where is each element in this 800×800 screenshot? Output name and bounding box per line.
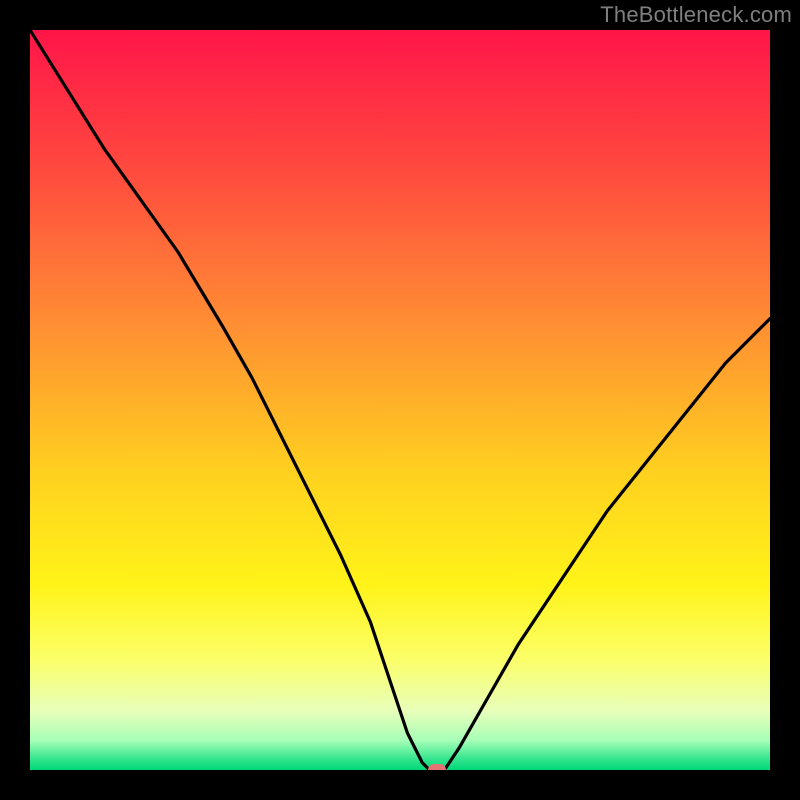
plot-area [30,30,770,770]
bottleneck-chart [30,30,770,770]
chart-container: TheBottleneck.com [0,0,800,800]
watermark-text: TheBottleneck.com [600,2,792,28]
gradient-background [30,30,770,770]
